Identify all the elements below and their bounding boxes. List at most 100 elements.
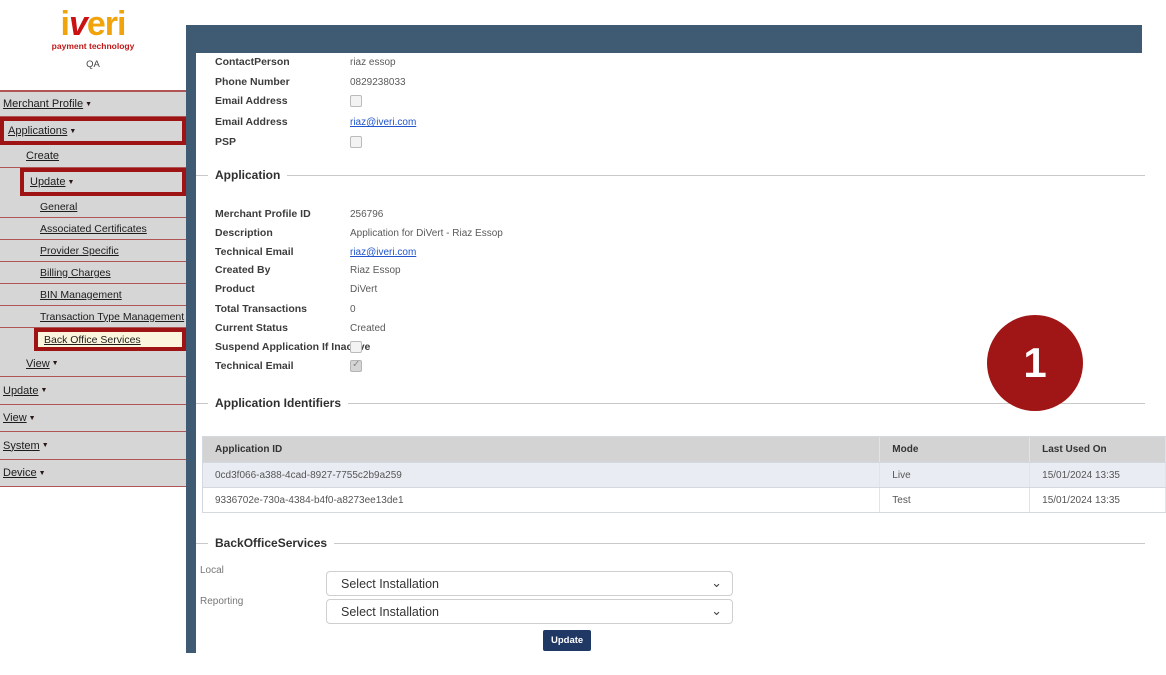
- chevron-down-icon: ▼: [29, 415, 36, 422]
- sidebar-item-label: Applications: [8, 125, 67, 137]
- update-button[interactable]: Update: [543, 630, 591, 651]
- sidebar-menu: Merchant Profile▼ Applications▼ Create U…: [0, 90, 186, 487]
- sidebar-item-label: BIN Management: [40, 289, 122, 301]
- logo-letters: eri: [87, 5, 126, 43]
- sidebar-item-label: System: [3, 440, 40, 452]
- cell-mode: Test: [880, 488, 1030, 512]
- sidebar: iveri payment technology QA Merchant Pro…: [0, 0, 186, 675]
- sidebar-item-label: General: [40, 201, 77, 213]
- sidebar-item-applications[interactable]: Applications▼: [0, 117, 186, 145]
- sidebar-item-label: Billing Charges: [40, 267, 111, 279]
- table-row: 0cd3f066-a388-4cad-8927-7755c2b9a259 Liv…: [203, 462, 1166, 487]
- table-header-row: Application ID Mode Last Used On: [203, 437, 1166, 462]
- cell-last-used-on: 15/01/2024 13:35: [1030, 463, 1166, 487]
- field-label: Product: [215, 283, 255, 295]
- field-row-contact-person: ContactPerson riaz essop: [196, 56, 1156, 74]
- field-row-psp: PSP: [196, 136, 1156, 154]
- chevron-down-icon: ⌄: [711, 603, 722, 619]
- reporting-select[interactable]: Select Installation ⌄: [326, 599, 733, 624]
- sidebar-item-view-applications[interactable]: View▼: [0, 351, 186, 377]
- sidebar-item-associated-certificates[interactable]: Associated Certificates: [0, 218, 186, 240]
- suspend-application-checkbox[interactable]: [350, 341, 362, 353]
- chevron-down-icon: ▼: [85, 101, 92, 108]
- field-label: Suspend Application If Inactive: [215, 341, 370, 353]
- field-row-email-address-flag: Email Address: [196, 95, 1156, 113]
- field-value: Riaz Essop: [350, 265, 401, 276]
- field-label: Created By: [215, 264, 270, 276]
- iveri-logo: iveri: [0, 6, 186, 43]
- application-identifiers-table: Application ID Mode Last Used On 0cd3f06…: [202, 436, 1166, 513]
- sidebar-item-device[interactable]: Device▼: [0, 460, 186, 487]
- field-label: ContactPerson: [215, 56, 290, 68]
- application-section-legend: Application: [196, 168, 1145, 182]
- select-value: Select Installation: [327, 577, 439, 591]
- sidebar-item-general[interactable]: General: [0, 196, 186, 218]
- reporting-label: Reporting: [200, 596, 243, 607]
- sidebar-item-label: Update: [30, 176, 65, 188]
- logo-letter: i: [61, 5, 69, 43]
- chevron-down-icon: ⌄: [711, 575, 722, 591]
- field-label: Total Transactions: [215, 303, 307, 315]
- field-value: 0: [350, 304, 356, 315]
- field-row-merchant-profile-id: Merchant Profile ID 256796: [196, 208, 1156, 226]
- sidebar-item-create[interactable]: Create: [0, 145, 186, 168]
- sidebar-item-update-applications[interactable]: Update▼: [20, 168, 186, 196]
- check-icon: ✓: [352, 359, 360, 370]
- cell-application-id: 9336702e-730a-4384-b4f0-a8273ee13de1: [203, 488, 880, 512]
- sidebar-item-provider-specific[interactable]: Provider Specific: [0, 240, 186, 262]
- technical-email-link[interactable]: riaz@iveri.com: [350, 247, 416, 258]
- column-header-mode: Mode: [880, 437, 1030, 462]
- sidebar-item-view[interactable]: View▼: [0, 405, 186, 432]
- chevron-down-icon: ▼: [67, 179, 74, 186]
- field-row-created-by: Created By Riaz Essop: [196, 264, 1156, 282]
- email-link[interactable]: riaz@iveri.com: [350, 117, 416, 128]
- field-row-technical-email: Technical Email riaz@iveri.com: [196, 246, 1156, 264]
- sidebar-item-update[interactable]: Update▼: [0, 377, 186, 405]
- sidebar-item-label: Provider Specific: [40, 245, 119, 257]
- logo-check-mark: v: [69, 5, 87, 43]
- field-value: riaz essop: [350, 57, 396, 68]
- sidebar-item-back-office-services[interactable]: Back Office Services: [34, 328, 186, 351]
- sidebar-item-label: Device: [3, 467, 37, 479]
- logo-tagline: payment technology: [0, 41, 186, 51]
- sidebar-item-billing-charges[interactable]: Billing Charges: [0, 262, 186, 284]
- field-label: Current Status: [215, 322, 288, 334]
- sidebar-item-label: View: [26, 358, 50, 370]
- field-label: Phone Number: [215, 76, 290, 88]
- field-label: Technical Email: [215, 246, 294, 258]
- cell-mode: Live: [880, 463, 1030, 487]
- legend-text: Application Identifiers: [208, 396, 348, 410]
- table-row: 9336702e-730a-4384-b4f0-a8273ee13de1 Tes…: [203, 487, 1166, 512]
- field-label: PSP: [215, 136, 236, 148]
- sidebar-item-label: Back Office Services: [44, 334, 141, 346]
- screen: iveri payment technology QA Merchant Pro…: [0, 0, 1166, 675]
- sidebar-item-label: Associated Certificates: [40, 223, 147, 235]
- email-address-checkbox[interactable]: [350, 95, 362, 107]
- sidebar-item-transaction-type-management[interactable]: Transaction Type Management: [0, 306, 186, 328]
- sidebar-item-merchant-profile[interactable]: Merchant Profile▼: [0, 92, 186, 117]
- field-value: DiVert: [350, 284, 377, 295]
- field-label: Email Address: [215, 116, 288, 128]
- local-select[interactable]: Select Installation ⌄: [326, 571, 733, 596]
- step-number: 1: [1023, 339, 1046, 387]
- field-row-phone-number: Phone Number 0829238033: [196, 76, 1156, 94]
- sidebar-item-bin-management[interactable]: BIN Management: [0, 284, 186, 306]
- field-row-description: Description Application for DiVert - Ria…: [196, 227, 1156, 245]
- local-label: Local: [200, 565, 224, 576]
- field-value: 0829238033: [350, 77, 406, 88]
- chevron-down-icon: ▼: [39, 470, 46, 477]
- field-value: Created: [350, 323, 386, 334]
- field-value: Application for DiVert - Riaz Essop: [350, 228, 503, 239]
- field-row-email-address: Email Address riaz@iveri.com: [196, 116, 1156, 134]
- sidebar-item-label: Create: [26, 150, 59, 162]
- field-label: Merchant Profile ID: [215, 208, 311, 220]
- technical-email-checkbox[interactable]: ✓: [350, 360, 362, 372]
- field-label: Description: [215, 227, 273, 239]
- field-row-product: Product DiVert: [196, 283, 1156, 301]
- content-top-band: [186, 25, 1142, 53]
- psp-checkbox[interactable]: [350, 136, 362, 148]
- legend-text: Application: [208, 168, 287, 182]
- sidebar-item-system[interactable]: System▼: [0, 432, 186, 460]
- chevron-down-icon: ▼: [40, 387, 47, 394]
- cell-application-id: 0cd3f066-a388-4cad-8927-7755c2b9a259: [203, 463, 880, 487]
